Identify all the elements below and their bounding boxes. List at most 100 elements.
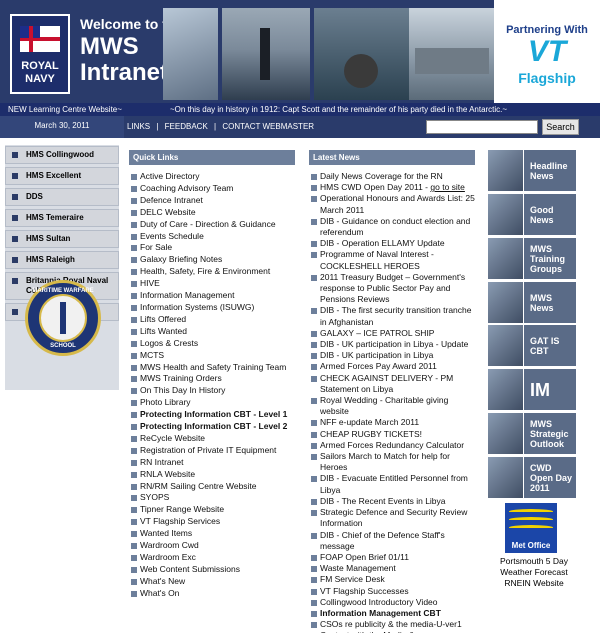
list-item-label[interactable]: Armed Forces Pay Award 2011 [320,361,437,371]
list-item[interactable]: Web Content Submissions [130,564,300,576]
list-item[interactable]: DELC Website [130,207,300,219]
list-item-label[interactable]: DELC Website [140,207,196,217]
tile-mws-news[interactable]: MWS News [488,282,576,323]
list-item[interactable]: Coaching Advisory Team [130,183,300,195]
list-item-label[interactable]: DIB - The Recent Events in Libya [320,496,446,506]
list-item[interactable]: Protecting Information CBT - Level 1 [130,409,300,421]
list-item-label[interactable]: Events Schedule [140,231,204,241]
list-item-label[interactable]: Sailors March to Match for help for Hero… [320,451,450,472]
list-item-label[interactable]: Protecting Information CBT - Level 2 [140,421,287,431]
list-item-label[interactable]: MCTS [140,350,164,360]
list-item[interactable]: Lifts Offered [130,314,300,326]
sidebar-item-hms-collingwood[interactable]: HMS Collingwood [5,146,119,164]
sidebar-item-dds[interactable]: DDS [5,188,119,206]
list-item[interactable]: HMS CWD Open Day 2011 - go to site [310,182,478,193]
list-item[interactable]: VT Flagship Successes [310,586,478,597]
list-item[interactable]: Information Management [130,290,300,302]
list-item-label[interactable]: 2011 Treasury Budget – Government's resp… [320,272,465,304]
list-item[interactable]: DIB - Chief of the Defence Staff's messa… [310,530,478,552]
list-item[interactable]: What's On [130,588,300,600]
list-item[interactable]: SYOPS [130,492,300,504]
met-office-logo[interactable]: Met Office [505,503,557,553]
royal-navy-logo[interactable]: ROYAL NAVY [10,14,70,94]
list-item-label[interactable]: CHEAP RUGBY TICKETS! [320,429,422,439]
list-item-label[interactable]: MWS Training Orders [140,373,222,383]
list-item-label[interactable]: Active Directory [140,171,200,181]
list-item-label[interactable]: Programme of Naval Interest - COCKLESHEL… [320,249,434,270]
list-item[interactable]: Programme of Naval Interest - COCKLESHEL… [310,249,478,271]
list-item[interactable]: Strategic Defence and Security Review In… [310,507,478,529]
list-item-label[interactable]: MWS Health and Safety Training Team [140,362,286,372]
list-item-label[interactable]: What's New [140,576,185,586]
tile-cwd-open-day-2011[interactable]: CWD Open Day 2011 [488,457,576,498]
list-item[interactable]: RNLA Website [130,469,300,481]
list-item[interactable]: Wanted Items [130,528,300,540]
list-item[interactable]: DIB - The first security transition tran… [310,305,478,327]
list-item-label[interactable]: HIVE [140,278,160,288]
list-item-label[interactable]: Lifts Wanted [140,326,187,336]
sidebar-item-hms-raleigh[interactable]: HMS Raleigh [5,251,119,269]
list-item[interactable]: Defence Intranet [130,195,300,207]
list-item[interactable]: Tipner Range Website [130,504,300,516]
list-item[interactable]: MWS Health and Safety Training Team [130,362,300,374]
list-item[interactable]: DIB - UK participation in Libya [310,350,478,361]
list-item[interactable]: MWS Training Orders [130,373,300,385]
tile-good-news[interactable]: Good News [488,194,576,235]
contact-webmaster-link[interactable]: CONTACT WEBMASTER [222,122,314,131]
tile-mws-training-groups[interactable]: MWS Training Groups [488,238,576,279]
list-item-label[interactable]: DIB - Operation ELLAMY Update [320,238,445,248]
list-item[interactable]: Armed Forces Pay Award 2011 [310,361,478,372]
list-item-label[interactable]: RN Intranet [140,457,183,467]
list-item[interactable]: Wardroom Exc [130,552,300,564]
met-office-caption[interactable]: Portsmouth 5 Day Weather Forecast RNEIN … [486,556,582,589]
list-item[interactable]: DIB - Guidance on conduct election and r… [310,216,478,238]
list-item-label[interactable]: CSOs re publicity & the media-U-ver1 [320,619,462,629]
list-item[interactable]: CHECK AGAINST DELIVERY - PM Statement on… [310,373,478,395]
list-item[interactable]: MCTS [130,350,300,362]
list-item[interactable]: Logos & Crests [130,338,300,350]
met-caption-line[interactable]: Weather Forecast [486,567,582,578]
list-item[interactable]: Events Schedule [130,231,300,243]
list-item[interactable]: 2011 Treasury Budget – Government's resp… [310,272,478,306]
list-item[interactable]: Galaxy Briefing Notes [130,254,300,266]
list-item-label[interactable]: Wanted Items [140,528,192,538]
list-item[interactable]: Information Systems (ISUWG) [130,302,300,314]
list-item-label[interactable]: Wardroom Cwd [140,540,199,550]
list-item[interactable]: CSOs re publicity & the media-U-ver1 [310,619,478,630]
list-item[interactable]: RN Intranet [130,457,300,469]
list-item[interactable]: On This Day In History [130,385,300,397]
list-item-label[interactable]: Wardroom Exc [140,552,196,562]
list-item[interactable]: DIB - UK participation in Libya - Update [310,339,478,350]
news-ticker[interactable]: NEW Learning Centre Website~ ~On this da… [0,103,600,116]
list-item-label[interactable]: DIB - Chief of the Defence Staff's messa… [320,530,445,551]
list-item[interactable]: CHEAP RUGBY TICKETS! [310,429,478,440]
ticker-right[interactable]: ~On this day in history in 1912: Capt Sc… [170,103,507,116]
list-item[interactable]: ReCycle Website [130,433,300,445]
list-item-label[interactable]: Information Systems (ISUWG) [140,302,254,312]
list-item-label[interactable]: On This Day In History [140,385,225,395]
feedback-link[interactable]: FEEDBACK [165,122,208,131]
list-item-label[interactable]: SYOPS [140,492,169,502]
links-link[interactable]: LINKS [127,122,150,131]
list-item-label[interactable]: Lifts Offered [140,314,186,324]
list-item-label[interactable]: DIB - Guidance on conduct election and r… [320,216,470,237]
list-item-label[interactable]: Daily News Coverage for the RN [320,171,443,181]
list-item[interactable]: DIB - Evacuate Entitled Personnel from L… [310,473,478,495]
list-item[interactable]: VT Flagship Services [130,516,300,528]
list-item-label[interactable]: Protecting Information CBT - Level 1 [140,409,287,419]
search-button[interactable]: Search [542,119,579,135]
go-to-site-link[interactable]: go to site [430,182,465,192]
list-item[interactable]: FOAP Open Brief 01/11 [310,552,478,563]
list-item[interactable]: Armed Forces Redundancy Calculator [310,440,478,451]
list-item[interactable]: What's New [130,576,300,588]
list-item-label[interactable]: What's On [140,588,179,598]
list-item-label[interactable]: Royal Wedding - Charitable giving websit… [320,395,448,416]
met-caption-line[interactable]: RNEIN Website [486,578,582,589]
list-item-label[interactable]: Logos & Crests [140,338,198,348]
tile-im[interactable]: IM [488,369,576,410]
list-item[interactable]: Duty of Care - Direction & Guidance [130,219,300,231]
list-item-label[interactable]: HMS CWD Open Day 2011 - [320,182,430,192]
list-item[interactable]: Photo Library [130,397,300,409]
list-item-label[interactable]: Defence Intranet [140,195,203,205]
list-item[interactable]: HIVE [130,278,300,290]
